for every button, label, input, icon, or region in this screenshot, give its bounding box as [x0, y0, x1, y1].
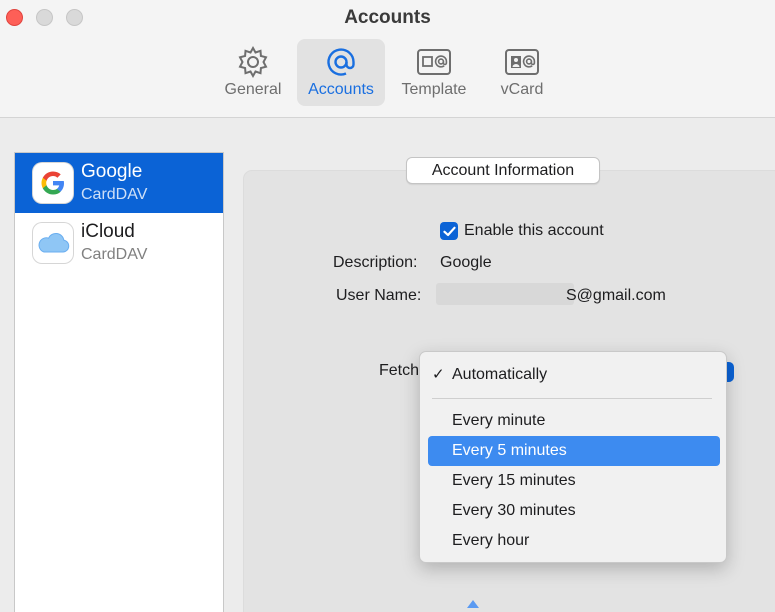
menu-item-label: Every 5 minutes [452, 442, 567, 459]
checkmark-icon: ✓ [432, 366, 445, 383]
section-title: Account Information [406, 157, 600, 184]
tab-vcard-label: vCard [500, 81, 544, 98]
gear-icon [209, 45, 297, 79]
menu-item-automatically[interactable]: ✓ Automatically [428, 360, 720, 390]
tab-general[interactable]: General [209, 39, 297, 106]
username-label: User Name: [336, 287, 422, 304]
tab-template[interactable]: Template [390, 39, 478, 106]
account-item-google[interactable]: Google CardDAV [15, 153, 223, 213]
fetch-label: Fetch [379, 362, 420, 379]
window-title: Accounts [344, 7, 431, 28]
tab-vcard[interactable]: vCard [478, 39, 566, 106]
google-logo-icon [33, 163, 73, 203]
username-field[interactable]: S@gmail.com [566, 287, 666, 305]
title-bar: Accounts General Accounts Template vCard [0, 0, 775, 118]
menu-item-label: Every 15 minutes [452, 472, 576, 489]
menu-item-every-minute[interactable]: Every minute [428, 406, 720, 436]
template-card-icon [390, 45, 478, 79]
account-item-icloud[interactable]: iCloud CardDAV [15, 213, 223, 273]
tab-accounts[interactable]: Accounts [297, 39, 385, 106]
accounts-list: Google CardDAV iCloud CardDAV [14, 152, 224, 612]
account-type: CardDAV [81, 246, 148, 263]
menu-item-every-5-minutes[interactable]: Every 5 minutes [428, 436, 720, 466]
menu-item-label: Every 30 minutes [452, 502, 576, 519]
menu-item-label: Automatically [452, 366, 548, 383]
menu-item-every-30-minutes[interactable]: Every 30 minutes [428, 496, 720, 526]
checkmark-icon [442, 226, 456, 236]
tab-general-label: General [224, 81, 282, 98]
menu-item-label: Every hour [452, 532, 530, 549]
menu-separator [432, 398, 712, 399]
enable-account-checkbox[interactable] [440, 222, 458, 240]
mouse-cursor-icon [467, 600, 479, 608]
tab-accounts-label: Accounts [308, 81, 374, 98]
icloud-icon [33, 223, 73, 263]
description-label: Description: [333, 254, 418, 271]
vcard-icon [478, 45, 566, 79]
enable-account-label: Enable this account [464, 222, 604, 239]
account-name: Google [81, 161, 143, 182]
menu-item-every-hour[interactable]: Every hour [428, 526, 720, 556]
description-field[interactable]: Google [440, 254, 492, 272]
menu-item-label: Every minute [452, 412, 546, 429]
fetch-dropdown-menu: ✓ Automatically Every minute Every 5 min… [419, 351, 727, 563]
at-sign-icon [297, 45, 385, 79]
menu-item-every-15-minutes[interactable]: Every 15 minutes [428, 466, 720, 496]
account-type: CardDAV [81, 186, 148, 203]
redacted-username [436, 283, 574, 305]
tab-template-label: Template [401, 81, 467, 98]
account-name: iCloud [81, 221, 135, 242]
